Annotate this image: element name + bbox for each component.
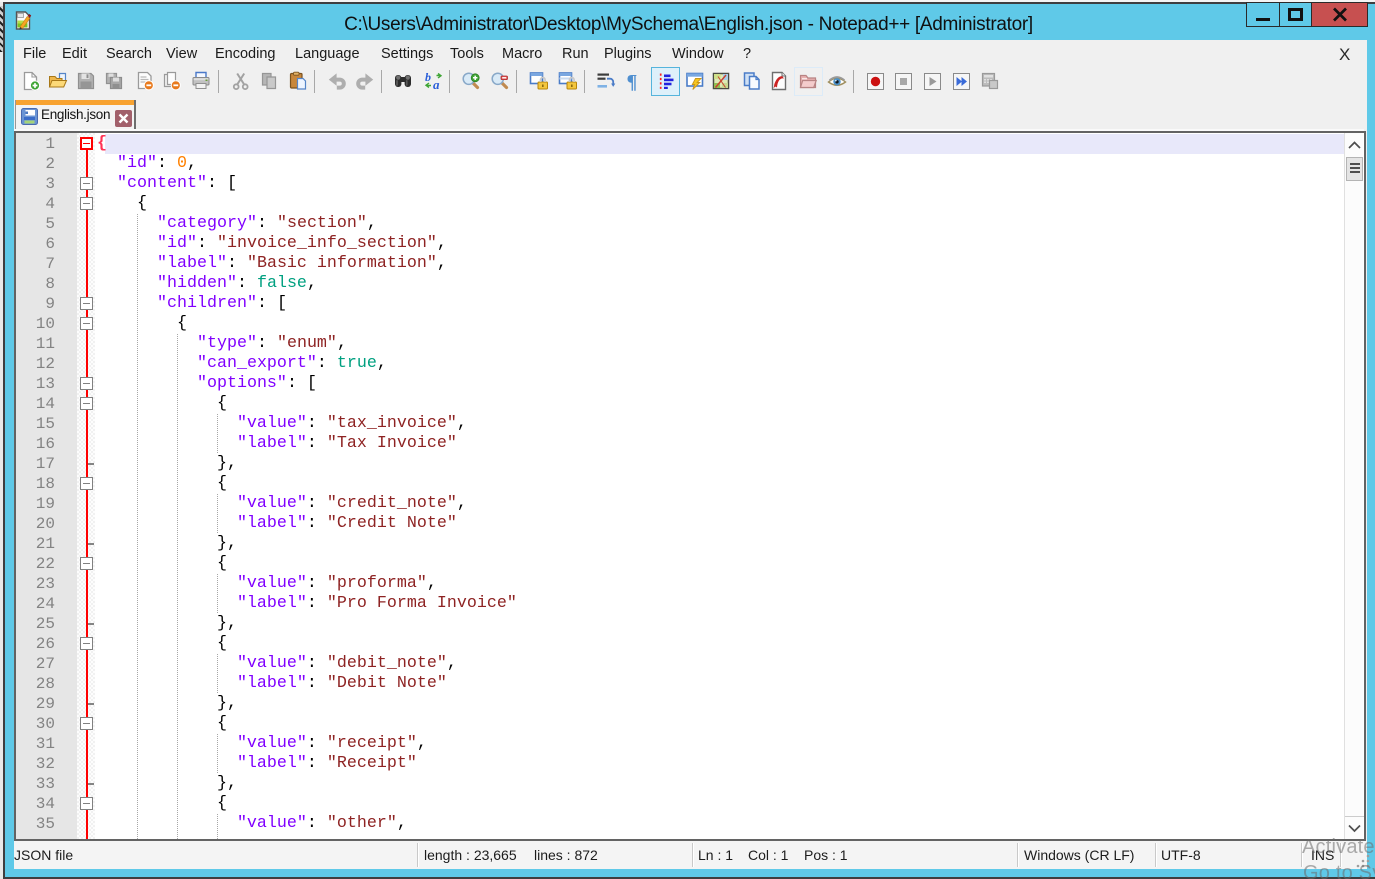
svg-text:¶: ¶ — [626, 71, 637, 91]
svg-text:a: a — [433, 77, 440, 91]
svg-text:b: b — [425, 71, 431, 84]
